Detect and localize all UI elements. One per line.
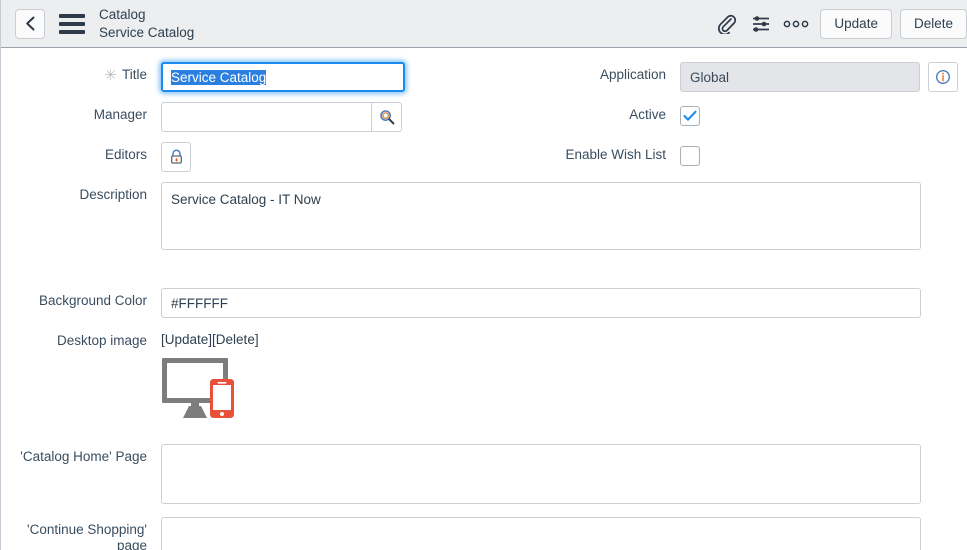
desktop-image-delete-link[interactable]: [Delete] [212, 332, 259, 347]
background-color-label: Background Color [38, 293, 147, 308]
active-label: Active [629, 107, 666, 122]
chevron-left-icon [25, 16, 34, 31]
field-row-application: Application [471, 62, 958, 92]
attachment-button[interactable] [708, 9, 744, 39]
form-body: ✳ Title Service Catalog Manager Editors … [1, 48, 967, 550]
field-row-title: ✳ Title Service Catalog [1, 62, 405, 92]
active-checkbox[interactable] [680, 102, 700, 126]
field-row-catalog-home-page: 'Catalog Home' Page [1, 444, 921, 504]
continue-shopping-page-label: 'Continue Shopping' page [1, 517, 147, 550]
field-row-manager: Manager [1, 102, 402, 132]
desktop-image-links: [Update][Delete] [161, 328, 259, 347]
title-label: ✳ Title [104, 67, 147, 84]
desktop-image-update-link[interactable]: [Update] [161, 332, 212, 347]
background-color-input[interactable] [161, 288, 921, 318]
update-button[interactable]: Update [820, 8, 892, 39]
enable-wish-list-checkbox[interactable] [680, 142, 700, 166]
enable-wish-list-label: Enable Wish List [565, 147, 666, 162]
lock-icon [170, 149, 182, 164]
title-input-value: Service Catalog [171, 69, 267, 85]
field-row-active: Active [471, 102, 700, 126]
monitor-and-phone-icon [162, 358, 234, 418]
search-icon [379, 110, 394, 125]
continue-shopping-page-label-line2: page [116, 538, 147, 550]
field-row-background-color: Background Color [1, 288, 921, 318]
breadcrumb-secondary: Service Catalog [99, 24, 195, 40]
description-textarea[interactable]: Service Catalog - IT Now [161, 182, 921, 250]
info-circle-icon [935, 69, 951, 85]
editors-control [161, 142, 191, 172]
form-header-toolbar: Catalog Service Catalog Update Delete [1, 0, 967, 48]
manager-lookup-button[interactable] [372, 102, 402, 132]
breadcrumb: Catalog Service Catalog [99, 6, 194, 41]
manager-input-group [161, 102, 402, 132]
field-row-description: Description Service Catalog - IT Now [1, 182, 921, 250]
breadcrumb-primary: Catalog [99, 7, 146, 23]
checkmark-icon [683, 110, 697, 121]
application-info-button[interactable] [928, 62, 958, 92]
manager-input[interactable] [161, 102, 372, 132]
ellipsis-icon [784, 20, 809, 27]
catalog-home-page-label: 'Catalog Home' Page [20, 449, 147, 464]
continue-shopping-page-label-line1: 'Continue Shopping' [27, 522, 147, 537]
description-label: Description [79, 187, 147, 202]
field-row-enable-wish-list: Enable Wish List [471, 142, 700, 166]
personalize-form-button[interactable] [744, 9, 778, 39]
more-options-button[interactable] [778, 9, 814, 39]
desktop-image-control: [Update][Delete] [161, 328, 259, 424]
catalog-home-page-textarea[interactable] [161, 444, 921, 504]
required-asterisk-icon: ✳ [104, 67, 117, 84]
application-input[interactable] [680, 62, 920, 92]
delete-button[interactable]: Delete [899, 8, 967, 39]
field-row-editors: Editors [1, 142, 191, 172]
header-actions: Update Delete [708, 0, 967, 47]
field-row-desktop-image: Desktop image [Update][Delete] [1, 328, 259, 424]
continue-shopping-page-textarea[interactable] [161, 517, 921, 550]
title-input[interactable]: Service Catalog [161, 62, 405, 92]
desktop-image-preview[interactable] [161, 357, 259, 424]
service-catalog-form-page: Catalog Service Catalog Update Delete ✳ … [0, 0, 967, 550]
sliders-icon [753, 15, 770, 32]
manager-label: Manager [93, 107, 147, 122]
desktop-image-label: Desktop image [56, 333, 147, 348]
application-label: Application [599, 67, 666, 82]
back-button[interactable] [15, 8, 45, 39]
paperclip-icon [717, 14, 736, 34]
field-row-continue-shopping-page: 'Continue Shopping' page [1, 517, 921, 550]
editors-label: Editors [104, 147, 147, 162]
editors-lock-button[interactable] [161, 142, 191, 172]
hamburger-menu-icon[interactable] [59, 13, 85, 34]
